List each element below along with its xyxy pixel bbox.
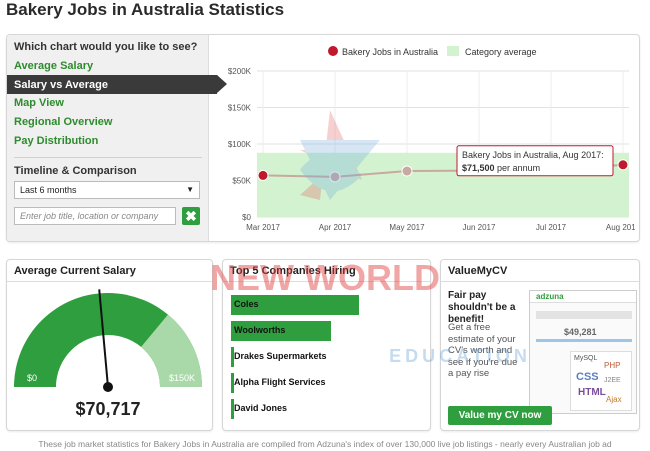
chart-sidebar: Which chart would you like to see? Avera…	[7, 35, 227, 241]
y-tick-label: $0	[242, 213, 251, 222]
x-tick-label: May 2017	[389, 223, 425, 232]
footer-note: These job market statistics for Bakery J…	[38, 439, 612, 449]
company-name: Coles	[234, 299, 259, 309]
tooltip-title: Bakery Jobs in Australia, Aug 2017:	[462, 150, 604, 160]
page-title: Bakery Jobs in Australia Statistics	[6, 0, 285, 19]
x-tick-label: Aug 2017	[606, 223, 635, 232]
valuemycv-panel: ValueMyCV Fair pay shouldn't be a benefi…	[440, 259, 640, 431]
plot-area: $0 $50K $100K $150K $200K Mar 2017 Apr 2017 May…	[228, 67, 635, 232]
company-name: Drakes Supermarkets	[234, 351, 327, 361]
y-tick-label: $100K	[228, 140, 252, 149]
gauge-hub	[103, 382, 113, 392]
menu-pay-distribution[interactable]: Pay Distribution	[14, 135, 98, 147]
job-search-input[interactable]: Enter job title, location or company	[14, 207, 176, 225]
company-name: David Jones	[234, 403, 288, 413]
cv-word-php: PHP	[604, 361, 621, 370]
average-salary-panel: Average Current Salary $0 $150K $70,717	[6, 259, 213, 431]
menu-salary-vs-average[interactable]: Salary vs Average	[7, 75, 227, 94]
chevron-down-icon: ▼	[186, 185, 194, 194]
legend-category-marker	[447, 46, 459, 56]
company-row: Drakes Supermarkets	[231, 347, 421, 367]
value-my-cv-button[interactable]: Value my CV now	[448, 406, 552, 425]
x-tick-label: Jul 2017	[536, 223, 567, 232]
menu-regional-overview[interactable]: Regional Overview	[14, 116, 112, 128]
valuemycv-body: Get a free estimate of your CV's worth a…	[448, 322, 518, 379]
chart-panel: Which chart would you like to see? Avera…	[6, 34, 640, 242]
y-tick-label: $200K	[228, 67, 252, 76]
legend-series-marker	[328, 46, 338, 56]
salary-gauge: $0 $150K $70,717	[14, 289, 202, 419]
legend-category-label: Category average	[465, 47, 537, 57]
search-go-button[interactable]: ✖	[182, 207, 200, 225]
menu-map-view[interactable]: Map View	[14, 97, 64, 109]
top-companies-panel: Top 5 Companies Hiring Coles Woolworths Dr…	[222, 259, 431, 431]
cv-word-ajax: Ajax	[606, 395, 622, 404]
company-name: Alpha Flight Services	[234, 377, 326, 387]
gauge-max-label: $150K	[169, 373, 195, 383]
gauge-title: Average Current Salary	[7, 260, 212, 282]
timeline-label: Timeline & Comparison	[14, 165, 137, 177]
salary-line-chart: Bakery Jobs in Australia Category averag…	[228, 46, 635, 232]
cv-word-css: CSS	[576, 371, 599, 383]
series-point	[401, 165, 413, 177]
x-tick-label: Mar 2017	[246, 223, 280, 232]
company-name: Woolworths	[234, 325, 286, 335]
cv-estimate-amount: $49,281	[564, 327, 597, 337]
series-point	[329, 171, 341, 183]
cv-word-html: HTML	[578, 387, 606, 398]
company-row: Coles	[231, 295, 421, 315]
y-tick-label: $50K	[232, 177, 251, 186]
x-tick-label: Jun 2017	[463, 223, 496, 232]
series-point	[257, 169, 269, 181]
gauge-min-label: $0	[27, 373, 37, 383]
timeline-select-value: Last 6 months	[20, 185, 77, 195]
tooltip-value: $71,500 per annum	[462, 163, 540, 173]
cv-word-mysql: MySQL	[574, 355, 598, 362]
gauge-value: $70,717	[75, 399, 140, 419]
company-row: David Jones	[231, 399, 421, 419]
timeline-select[interactable]: Last 6 months ▼	[14, 181, 200, 199]
company-row: Woolworths	[231, 321, 421, 341]
cv-word-j2ee: J2EE	[604, 377, 621, 384]
menu-average-salary[interactable]: Average Salary	[14, 60, 93, 72]
company-row: Alpha Flight Services	[231, 373, 421, 393]
series-point	[617, 159, 629, 171]
close-x-icon: ✖	[185, 208, 197, 224]
sidebar-divider	[14, 157, 202, 158]
valuemycv-heading: Fair pay shouldn't be a benefit!	[448, 290, 516, 325]
companies-title: Top 5 Companies Hiring	[223, 260, 430, 282]
cv-brand-logo: adzuna	[536, 292, 564, 301]
y-tick-label: $150K	[228, 104, 252, 113]
cv-preview-image: adzuna $49,281 CSS HTML PHP J2EE Ajax My…	[529, 290, 637, 414]
chart-question: Which chart would you like to see?	[14, 41, 198, 53]
x-tick-label: Apr 2017	[319, 223, 352, 232]
legend-series-label: Bakery Jobs in Australia	[342, 47, 438, 57]
valuemycv-title: ValueMyCV	[441, 260, 639, 282]
